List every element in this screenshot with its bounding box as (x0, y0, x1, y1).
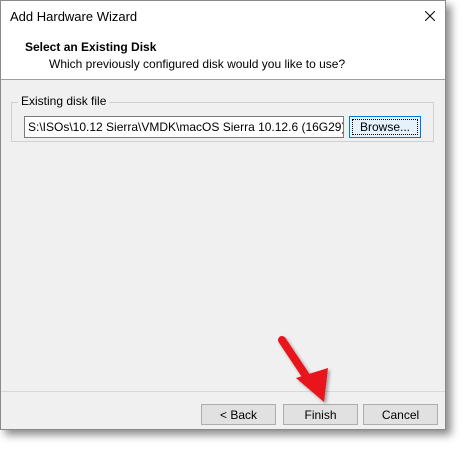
finish-label: Finish (304, 407, 337, 422)
screenshot-page: Add Hardware Wizard Select an Existing D… (0, 0, 466, 452)
cancel-button[interactable]: Cancel (363, 404, 438, 425)
browse-label: Browse... (359, 120, 410, 134)
browse-button[interactable]: Browse... (349, 116, 421, 138)
close-icon (425, 11, 435, 21)
finish-button[interactable]: Finish (283, 404, 358, 425)
group-label: Existing disk file (18, 94, 110, 108)
back-button[interactable]: < Back (201, 404, 276, 425)
page-title: Select an Existing Disk (25, 40, 157, 54)
arrow-icon (278, 336, 328, 402)
page-subtitle: Which previously configured disk would y… (49, 57, 346, 71)
back-label: < Back (219, 407, 258, 422)
wizard-footer: < Back Finish Cancel (1, 391, 445, 430)
title-bar: Add Hardware Wizard (1, 1, 445, 31)
disk-path-input[interactable]: S:\ISOs\10.12 Sierra\VMDK\macOS Sierra 1… (24, 116, 344, 138)
window-title: Add Hardware Wizard (10, 9, 138, 24)
wizard-header: Select an Existing Disk Which previously… (1, 31, 445, 80)
existing-disk-group: Existing disk file S:\ISOs\10.12 Sierra\… (11, 94, 434, 142)
close-button[interactable] (415, 1, 445, 31)
cancel-label: Cancel (381, 407, 420, 422)
wizard-window: Add Hardware Wizard Select an Existing D… (0, 0, 446, 430)
